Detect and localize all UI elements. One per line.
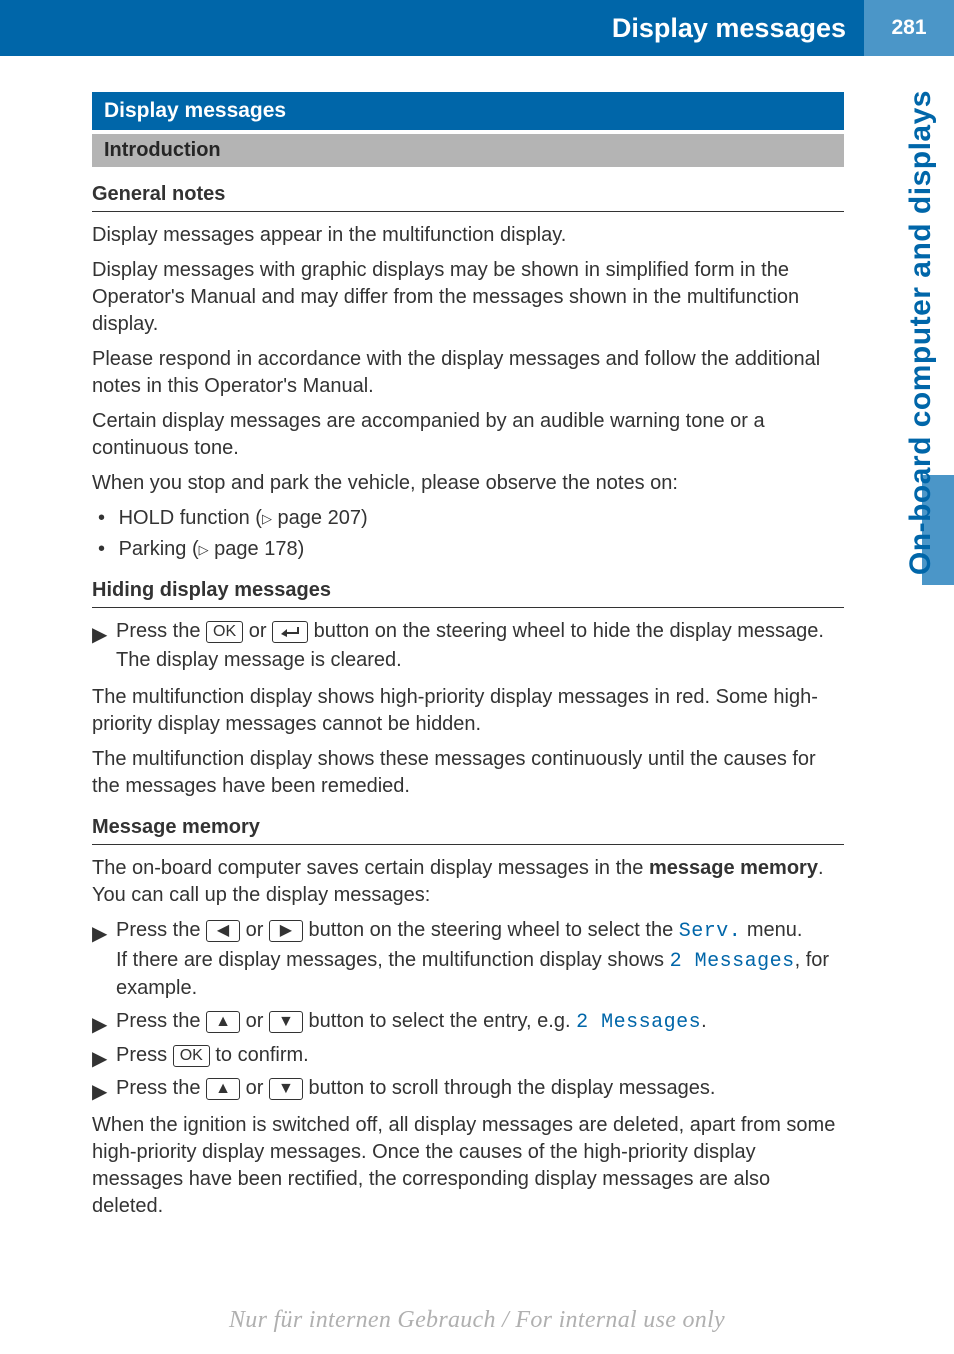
right-key-icon: ▶	[269, 920, 303, 942]
list-item: ▶ Press the ▲ or ▼ button to select the …	[92, 1008, 844, 1036]
header-page-wrap: 281	[864, 0, 954, 56]
paragraph: The multifunction display shows these me…	[92, 746, 844, 800]
text: Press the	[116, 1010, 206, 1032]
ok-key-icon: OK	[206, 621, 243, 643]
list-item: ▶ Press OK to confirm.	[92, 1042, 844, 1069]
text: The on-board computer saves certain disp…	[92, 857, 649, 879]
step-triangle-icon: ▶	[92, 1046, 107, 1073]
text: HOLD function (	[119, 507, 262, 529]
step-triangle-icon: ▶	[92, 921, 107, 948]
left-key-icon: ◀	[206, 920, 240, 942]
text: button to scroll through the display mes…	[309, 1077, 716, 1099]
page-number: 281	[891, 16, 926, 40]
paragraph: Display messages with graphic displays m…	[92, 257, 844, 338]
text: button to select the entry, e.g.	[309, 1010, 577, 1032]
text: button on the steering wheel to hide the…	[314, 620, 824, 642]
side-tab-label: On-board computer and displays	[904, 90, 938, 575]
triangle-ref-icon: ▷	[199, 542, 209, 557]
paragraph: Certain display messages are accompanied…	[92, 408, 844, 462]
down-key-icon: ▼	[269, 1011, 303, 1033]
list-item: Parking (▷ page 178)	[98, 536, 844, 563]
side-tab: On-board computer and displays	[882, 60, 954, 610]
header-title-wrap: Display messages	[0, 0, 864, 56]
text: If there are display messages, the multi…	[116, 947, 844, 1002]
display-text: 2 Messages	[576, 1011, 701, 1034]
bullet-list: HOLD function (▷ page 207) Parking (▷ pa…	[92, 505, 844, 563]
watermark: Nur für internen Gebrauch / For internal…	[0, 1307, 954, 1334]
back-key-icon	[272, 621, 308, 643]
paragraph: When you stop and park the vehicle, plea…	[92, 470, 844, 497]
text: page 207)	[272, 507, 368, 529]
header-bar: Display messages 281	[0, 0, 954, 56]
text: to confirm.	[215, 1044, 308, 1066]
list-item: HOLD function (▷ page 207)	[98, 505, 844, 532]
display-text: Serv.	[679, 920, 742, 943]
text: menu.	[741, 919, 802, 941]
up-key-icon: ▲	[206, 1078, 240, 1100]
down-key-icon: ▼	[269, 1078, 303, 1100]
section-heading-sub: Introduction	[92, 134, 844, 167]
step-triangle-icon: ▶	[92, 1079, 107, 1106]
text: Press the	[116, 1077, 206, 1099]
header-title: Display messages	[612, 13, 846, 44]
ok-key-icon: OK	[173, 1045, 210, 1067]
text: Press	[116, 1044, 173, 1066]
text: page 178)	[209, 538, 305, 560]
step-triangle-icon: ▶	[92, 1012, 107, 1039]
text: Press the	[116, 620, 206, 642]
text: or	[246, 1010, 269, 1032]
content: Display messages Introduction General no…	[0, 56, 954, 1220]
step-triangle-icon: ▶	[92, 622, 107, 649]
page: Display messages 281 On-board computer a…	[0, 0, 954, 1354]
step-list: ▶ Press the ◀ or ▶ button on the steerin…	[92, 917, 844, 1102]
up-key-icon: ▲	[206, 1011, 240, 1033]
paragraph: When the ignition is switched off, all d…	[92, 1112, 844, 1220]
text: or	[246, 919, 269, 941]
heading-hiding: Hiding display messages	[92, 577, 844, 608]
text: button on the steering wheel to select t…	[309, 919, 679, 941]
step-list: ▶ Press the OK or button on the steering…	[92, 618, 844, 674]
heading-general-notes: General notes	[92, 181, 844, 212]
text: .	[701, 1010, 707, 1032]
text: Press the	[116, 919, 206, 941]
paragraph: Display messages appear in the multifunc…	[92, 222, 844, 249]
heading-memory: Message memory	[92, 814, 844, 845]
list-item: ▶ Press the OK or button on the steering…	[92, 618, 844, 674]
paragraph: The multifunction display shows high-pri…	[92, 684, 844, 738]
paragraph: The on-board computer saves certain disp…	[92, 855, 844, 909]
list-item: ▶ Press the ◀ or ▶ button on the steerin…	[92, 917, 844, 1002]
display-text: 2 Messages	[670, 950, 795, 973]
text: or	[246, 1077, 269, 1099]
text: The display message is cleared.	[116, 647, 844, 674]
list-item: ▶ Press the ▲ or ▼ button to scroll thro…	[92, 1075, 844, 1102]
paragraph: Please respond in accordance with the di…	[92, 346, 844, 400]
triangle-ref-icon: ▷	[262, 511, 272, 526]
text: or	[249, 620, 272, 642]
text-strong: message memory	[649, 857, 818, 879]
text: If there are display messages, the multi…	[116, 949, 670, 971]
section-heading-main: Display messages	[92, 92, 844, 130]
text: Parking (	[119, 538, 199, 560]
